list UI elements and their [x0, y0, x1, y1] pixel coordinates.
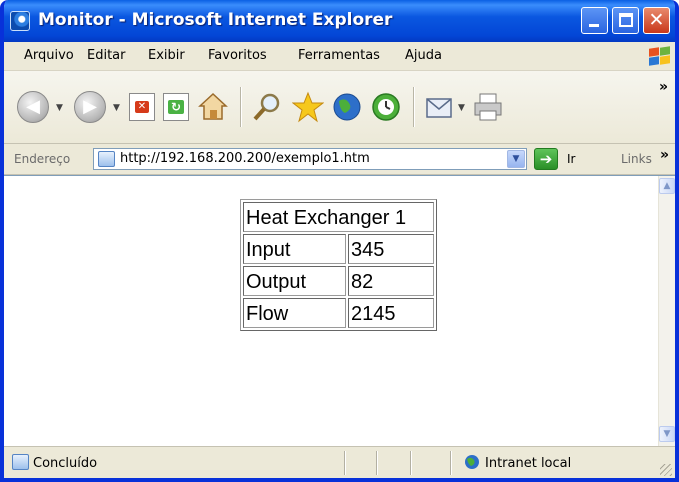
table-row: Flow 2145: [243, 298, 434, 328]
back-arrow-icon: ◀: [26, 96, 40, 117]
page-viewport: Heat Exchanger 1 Input 345 Output 82 Flo…: [4, 175, 675, 446]
forward-dropdown-icon[interactable]: ▼: [113, 103, 120, 113]
menu-bar: Arquivo Editar Exibir Favoritos Ferramen…: [4, 42, 675, 71]
page-icon: [98, 151, 115, 167]
mail-button[interactable]: [424, 91, 456, 123]
stop-button[interactable]: ✕: [129, 93, 155, 121]
window-title: Monitor - Microsoft Internet Explorer: [38, 10, 393, 30]
search-icon: [253, 93, 280, 121]
stop-icon: ✕: [135, 101, 149, 113]
row-value: 2145: [348, 298, 434, 328]
table-row: Output 82: [243, 266, 434, 296]
browser-window: Monitor - Microsoft Internet Explorer ✕ …: [0, 0, 679, 482]
status-divider: [344, 451, 346, 475]
mail-icon: [426, 98, 452, 118]
address-bar: Endereço http://192.168.200.200/exemplo1…: [4, 144, 675, 175]
close-button[interactable]: ✕: [643, 7, 670, 34]
standard-toolbar: ◀ ▼ ▶ ▼ ✕ ↻ ▼ »: [4, 71, 675, 144]
row-label: Input: [243, 234, 346, 264]
maximize-button[interactable]: [612, 7, 639, 34]
forward-button[interactable]: ▶: [74, 91, 106, 123]
windows-logo-icon: [637, 46, 671, 66]
menu-exibir[interactable]: Exibir: [148, 48, 185, 63]
row-label: Output: [243, 266, 346, 296]
row-label: Flow: [243, 298, 346, 328]
history-button[interactable]: [370, 91, 402, 123]
forward-arrow-icon: ▶: [83, 96, 97, 117]
close-icon: ✕: [648, 9, 665, 31]
home-button[interactable]: [197, 91, 229, 123]
refresh-button[interactable]: ↻: [163, 93, 189, 121]
links-overflow-icon[interactable]: »: [660, 147, 669, 163]
media-button[interactable]: [331, 91, 363, 123]
table-row: Input 345: [243, 234, 434, 264]
back-button[interactable]: ◀: [17, 91, 49, 123]
row-value: 345: [348, 234, 434, 264]
menu-editar[interactable]: Editar: [87, 48, 126, 63]
zone-text: Intranet local: [485, 456, 572, 471]
page-done-icon: [12, 454, 29, 470]
history-icon: [372, 93, 400, 121]
row-value: 82: [348, 266, 434, 296]
toolbar-overflow-icon[interactable]: »: [659, 79, 668, 95]
minimize-icon: [589, 24, 599, 27]
scroll-up-icon[interactable]: ▲: [659, 178, 675, 194]
printer-icon: [474, 93, 502, 121]
title-bar: Monitor - Microsoft Internet Explorer ✕: [4, 0, 675, 42]
resize-grip-icon[interactable]: [660, 464, 672, 476]
search-button[interactable]: [251, 91, 283, 123]
menu-arquivo[interactable]: Arquivo: [24, 48, 74, 63]
heat-exchanger-table: Heat Exchanger 1 Input 345 Output 82 Flo…: [240, 199, 437, 331]
status-divider: [450, 451, 452, 475]
go-button[interactable]: Ir: [567, 152, 575, 166]
print-button[interactable]: [472, 91, 504, 123]
menu-ajuda[interactable]: Ajuda: [405, 48, 442, 63]
minimize-button[interactable]: [581, 7, 608, 34]
star-icon: [291, 91, 325, 123]
maximize-icon: [619, 13, 633, 27]
scroll-down-icon[interactable]: ▼: [659, 426, 675, 442]
media-globe-icon: [333, 93, 361, 121]
menu-favoritos[interactable]: Favoritos: [208, 48, 267, 63]
address-dropdown-icon[interactable]: ▼: [507, 150, 525, 168]
table-header-row: Heat Exchanger 1: [243, 202, 434, 232]
favorites-button[interactable]: [291, 91, 325, 123]
vertical-scrollbar[interactable]: ▲ ▼: [658, 176, 675, 446]
menu-ferramentas[interactable]: Ferramentas: [298, 48, 380, 63]
toolbar-separator: [240, 87, 242, 127]
home-icon: [198, 92, 228, 120]
table-title: Heat Exchanger 1: [243, 202, 434, 232]
address-label: Endereço: [14, 152, 71, 166]
address-input[interactable]: http://192.168.200.200/exemplo1.htm ▼: [93, 148, 527, 170]
go-arrow-icon[interactable]: ➔: [534, 148, 558, 170]
status-bar: Concluído Intranet local: [4, 446, 675, 478]
mail-dropdown-icon[interactable]: ▼: [458, 103, 465, 113]
status-divider: [376, 451, 378, 475]
back-dropdown-icon[interactable]: ▼: [56, 103, 63, 113]
status-divider: [410, 451, 412, 475]
intranet-zone-icon: [465, 455, 479, 469]
toolbar-separator: [413, 87, 415, 127]
status-text: Concluído: [33, 456, 98, 471]
refresh-icon: ↻: [168, 100, 184, 114]
address-url: http://192.168.200.200/exemplo1.htm: [120, 151, 370, 166]
ie-app-icon: [10, 11, 30, 31]
links-button[interactable]: Links: [621, 152, 652, 166]
